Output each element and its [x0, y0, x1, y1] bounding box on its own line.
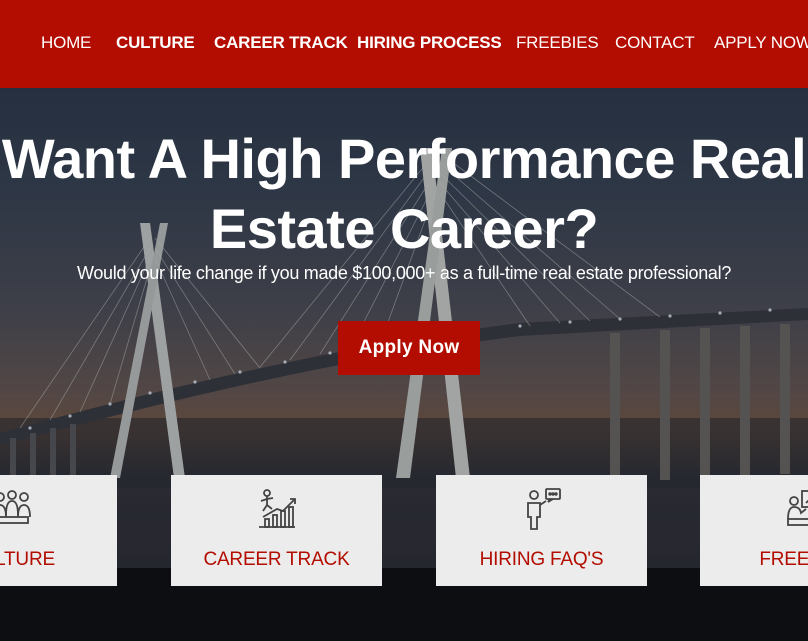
- presentation-icon: [786, 490, 808, 526]
- card-culture-label: CULTURE: [0, 549, 55, 570]
- card-freebies[interactable]: FREEBIES: [700, 475, 808, 586]
- hero-section: Want A High Performance Real Estate Care…: [0, 88, 808, 641]
- top-navigation-bar: HOME CULTURE CAREER TRACK HIRING PROCESS…: [0, 0, 808, 88]
- apply-now-button[interactable]: Apply Now: [338, 321, 480, 375]
- nav-freebies[interactable]: FREEBIES: [516, 33, 599, 53]
- nav-contact[interactable]: CONTACT: [615, 33, 695, 53]
- hero-headline: Want A High Performance Real Estate Care…: [0, 124, 808, 264]
- card-culture[interactable]: CULTURE: [0, 475, 117, 586]
- card-freebies-label: FREEBIES: [759, 549, 808, 570]
- team-icon: [0, 490, 31, 524]
- nav-culture[interactable]: CULTURE: [116, 33, 195, 53]
- nav-apply-now[interactable]: APPLY NOW: [714, 33, 808, 53]
- card-career-track-label: CAREER TRACK: [203, 549, 350, 570]
- card-hiring-faqs-label: HIRING FAQ'S: [479, 549, 604, 570]
- card-hiring-faqs[interactable]: HIRING FAQ'S: [436, 475, 647, 586]
- hero-headline-line1: Want A High Performance Real: [1, 127, 807, 190]
- nav-home[interactable]: HOME: [41, 33, 91, 53]
- hero-subheadline: Would your life change if you made $100,…: [76, 263, 732, 283]
- card-career-track[interactable]: CAREER TRACK: [171, 475, 382, 586]
- speaker-faq-icon: [526, 488, 561, 530]
- growth-chart-icon: [258, 489, 296, 528]
- nav-career-track[interactable]: CAREER TRACK: [214, 33, 348, 53]
- nav-hiring-process[interactable]: HIRING PROCESS: [357, 33, 502, 53]
- hero-headline-line2: Estate Career?: [209, 197, 599, 260]
